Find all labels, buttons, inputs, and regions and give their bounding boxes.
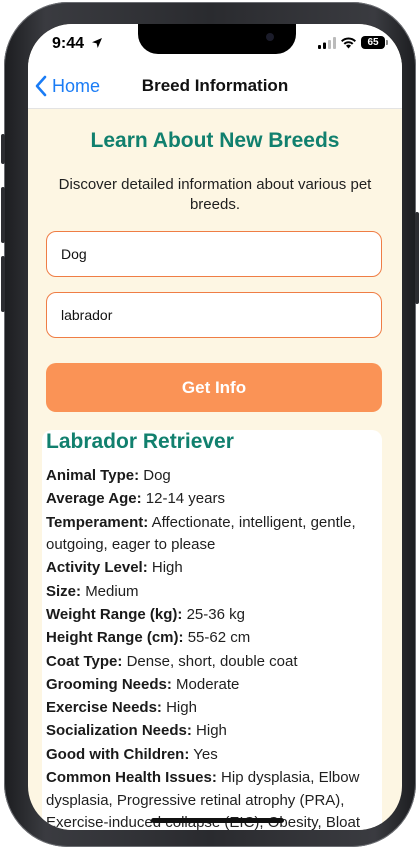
detail-value: 55-62 cm bbox=[187, 629, 251, 647]
detail-value: Medium bbox=[85, 582, 139, 600]
detail-value: Dog bbox=[143, 467, 171, 484]
detail-label: Grooming Needs: bbox=[46, 675, 172, 693]
detail-value: Dense, short, double coat bbox=[126, 652, 298, 670]
back-button[interactable]: Home bbox=[34, 74, 100, 98]
page-title: Learn About New Breeds bbox=[90, 129, 340, 152]
breed-input[interactable] bbox=[46, 292, 382, 338]
detail-label: Coat Type: bbox=[46, 652, 123, 670]
detail-row: Weight Range (kg): 25-36 kg bbox=[46, 604, 378, 627]
get-info-button[interactable]: Get Info bbox=[46, 363, 382, 412]
detail-row: Average Age: 12-14 years bbox=[46, 488, 378, 511]
detail-label: Common Health Issues: bbox=[46, 769, 217, 787]
home-indicator[interactable] bbox=[151, 818, 284, 823]
status-and-nav-bar: 9:44 65 Home Breed Information bbox=[28, 24, 402, 109]
power-button bbox=[415, 212, 419, 304]
volume-down-button bbox=[1, 256, 5, 312]
status-time: 9:44 bbox=[52, 35, 85, 52]
detail-value: High bbox=[166, 699, 197, 717]
back-button-label: Home bbox=[52, 75, 101, 96]
phone-frame: 9:44 65 Home Breed Information Learn Abo… bbox=[1, 2, 419, 847]
breed-details-list: Animal Type: Dog Average Age: 12-14 years… bbox=[46, 465, 378, 830]
screen: 9:44 65 Home Breed Information Learn Abo… bbox=[28, 24, 402, 830]
detail-row: Socialization Needs: High bbox=[46, 720, 378, 743]
breed-name: Labrador Retriever bbox=[46, 430, 234, 453]
detail-label: Exercise Needs: bbox=[46, 699, 162, 717]
detail-row: Animal Type: Dog bbox=[46, 465, 378, 488]
detail-row: Height Range (cm): 55-62 cm bbox=[46, 627, 378, 650]
detail-row: Grooming Needs: Moderate bbox=[46, 674, 378, 697]
detail-row: Coat Type: Dense, short, double coat bbox=[46, 651, 378, 674]
detail-row: Size: Medium bbox=[46, 581, 378, 604]
notch bbox=[138, 24, 296, 54]
detail-row: Good with Children: Yes bbox=[46, 744, 378, 767]
animal-type-input[interactable] bbox=[46, 231, 382, 277]
breed-info-card: Labrador Retriever Animal Type: Dog Avera… bbox=[42, 430, 382, 830]
battery-icon: 65 bbox=[361, 36, 385, 49]
camera bbox=[266, 33, 274, 41]
detail-value: High bbox=[151, 559, 183, 577]
cellular-signal-icon bbox=[318, 37, 336, 49]
detail-label: Activity Level: bbox=[46, 559, 148, 577]
detail-label: Weight Range (kg): bbox=[46, 605, 183, 623]
battery-cap bbox=[386, 40, 388, 45]
chevron-left-icon bbox=[35, 75, 47, 97]
wifi-icon bbox=[341, 37, 356, 49]
detail-label: Animal Type: bbox=[46, 467, 140, 484]
detail-label: Height Range (cm): bbox=[46, 629, 184, 647]
main-content: Learn About New Breeds Discover detailed… bbox=[28, 109, 402, 830]
detail-value: 25-36 kg bbox=[186, 605, 245, 623]
detail-label: Size: bbox=[46, 582, 82, 600]
detail-label: Socialization Needs: bbox=[46, 722, 192, 740]
detail-row: Activity Level: High bbox=[46, 557, 378, 580]
volume-up-button bbox=[1, 187, 5, 243]
silent-switch bbox=[1, 134, 5, 164]
detail-row: Exercise Needs: High bbox=[46, 697, 378, 720]
detail-value: Yes bbox=[193, 745, 218, 763]
detail-label: Average Age: bbox=[46, 490, 142, 508]
location-arrow-icon bbox=[92, 38, 102, 48]
detail-value: High bbox=[196, 722, 227, 740]
detail-label: Temperament: bbox=[46, 513, 149, 531]
page-subtitle: Discover detailed information about vari… bbox=[58, 176, 372, 213]
detail-value: 12-14 years bbox=[145, 490, 225, 508]
detail-value: Moderate bbox=[176, 675, 240, 693]
detail-row: Temperament: Affectionate, intelligent, … bbox=[46, 512, 378, 557]
detail-label: Good with Children: bbox=[46, 745, 190, 763]
